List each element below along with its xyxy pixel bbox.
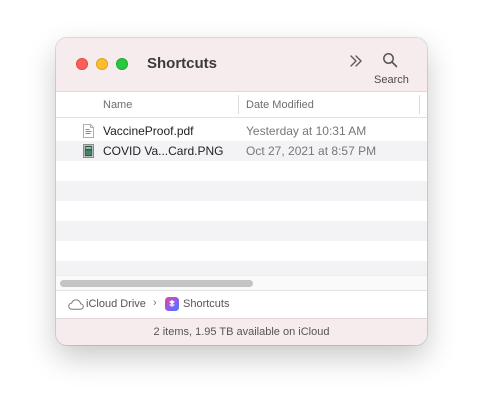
empty-row bbox=[56, 181, 427, 201]
path-item-shortcuts[interactable]: Shortcuts bbox=[183, 298, 229, 310]
close-button[interactable] bbox=[76, 58, 88, 70]
column-date-modified-header[interactable]: Date Modified bbox=[246, 99, 314, 111]
file-name: VaccineProof.pdf bbox=[103, 124, 194, 138]
horizontal-scrollbar[interactable] bbox=[56, 275, 427, 290]
empty-row bbox=[56, 261, 427, 275]
path-item-icloud-drive[interactable]: iCloud Drive bbox=[86, 298, 146, 310]
scrollbar-thumb[interactable] bbox=[60, 280, 253, 287]
empty-row bbox=[56, 241, 427, 261]
column-header: Name Date Modified bbox=[56, 92, 427, 118]
file-date: Yesterday at 10:31 AM bbox=[246, 124, 367, 138]
search-label[interactable]: Search bbox=[374, 74, 409, 86]
file-row-png[interactable]: COVID Va...Card.PNG Oct 27, 2021 at 8:57… bbox=[56, 141, 427, 161]
file-row-pdf[interactable]: VaccineProof.pdf Yesterday at 10:31 AM bbox=[56, 121, 427, 141]
column-divider[interactable] bbox=[238, 95, 239, 114]
empty-row bbox=[56, 221, 427, 241]
empty-row bbox=[56, 201, 427, 221]
shortcuts-app-icon bbox=[165, 297, 179, 311]
file-name: COVID Va...Card.PNG bbox=[103, 144, 224, 158]
chevron-double-right-icon[interactable] bbox=[347, 52, 365, 70]
cloud-icon bbox=[68, 299, 84, 310]
finder-window: Shortcuts Search Name Date Modified Vacc… bbox=[56, 38, 427, 345]
column-name-header[interactable]: Name bbox=[103, 99, 132, 111]
pdf-document-icon bbox=[83, 124, 94, 138]
title-bar: Shortcuts Search bbox=[56, 38, 427, 92]
minimize-button[interactable] bbox=[96, 58, 108, 70]
status-bar: 2 items, 1.95 TB available on iCloud bbox=[56, 318, 427, 345]
file-date: Oct 27, 2021 at 8:57 PM bbox=[246, 144, 377, 158]
png-image-icon bbox=[83, 144, 94, 158]
path-separator: › bbox=[153, 297, 157, 309]
empty-row bbox=[56, 161, 427, 181]
window-title: Shortcuts bbox=[147, 55, 218, 72]
status-text: 2 items, 1.95 TB available on iCloud bbox=[153, 326, 330, 338]
zoom-button[interactable] bbox=[116, 58, 128, 70]
path-bar: iCloud Drive › Shortcuts bbox=[56, 290, 427, 318]
search-icon[interactable] bbox=[382, 52, 398, 68]
file-list: VaccineProof.pdf Yesterday at 10:31 AM C… bbox=[56, 118, 427, 275]
column-divider[interactable] bbox=[419, 95, 420, 114]
